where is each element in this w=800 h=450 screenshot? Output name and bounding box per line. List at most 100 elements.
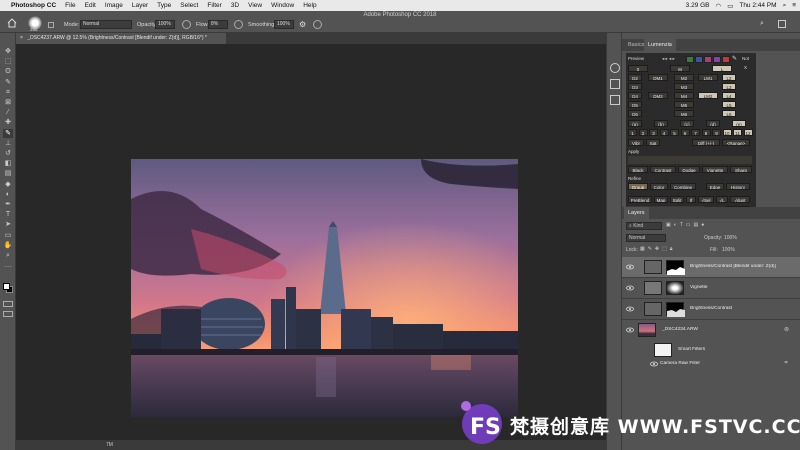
layer-mask-thumb[interactable] <box>666 302 685 317</box>
history-brush-tool-icon[interactable]: ↺ <box>3 149 13 158</box>
zone-a[interactable]: (a) <box>628 120 642 127</box>
number-zone-9[interactable]: 9 <box>712 129 721 136</box>
path-select-tool-icon[interactable]: ➤ <box>3 220 13 229</box>
lock-icons[interactable]: ▦✎✥⬚🔒︎ <box>640 246 676 252</box>
visibility-eye-icon[interactable] <box>626 285 634 291</box>
document-tab[interactable]: × _DSC4237.ARW @ 12.5% (Brightness/Contr… <box>16 33 226 44</box>
apply-icon-row[interactable] <box>628 156 752 164</box>
lasso-tool-icon[interactable]: ʘ <box>3 67 13 76</box>
battery-icon[interactable]: ▭ <box>727 2 733 10</box>
menu-photoshop[interactable]: Photoshop CC <box>11 2 56 9</box>
hand-tool-icon[interactable]: ✋ <box>3 241 13 250</box>
menu-type[interactable]: Type <box>157 2 171 9</box>
layer-row[interactable]: Vignette <box>622 278 800 299</box>
zone-m[interactable]: M <box>670 65 690 72</box>
visibility-eye-icon[interactable] <box>650 361 658 369</box>
foreground-color-swatch[interactable] <box>3 283 10 290</box>
filter-options-icon[interactable]: ≑ <box>784 360 788 366</box>
tab-lumenzia[interactable]: Lumenzia <box>644 39 676 51</box>
vibr-button[interactable]: Vibr <box>628 139 644 146</box>
zone-l4[interactable]: L4 <box>722 92 736 99</box>
l-check-button[interactable]: √L <box>716 196 728 203</box>
sat-button[interactable]: Sat <box>646 139 660 146</box>
number-zone-1[interactable]: 1 <box>628 129 637 136</box>
arrow-buttons[interactable]: ◂ ▸ ◂ ▸ <box>662 56 675 62</box>
camera-raw-filter-row[interactable]: Camera Raw Filter ≑ <box>622 359 800 369</box>
fill-value[interactable]: 100% <box>722 247 735 253</box>
zone-c[interactable]: (c) <box>680 120 694 127</box>
gradient-tool-icon[interactable]: ▤ <box>3 169 13 178</box>
blur-tool-icon[interactable]: ◆ <box>3 180 13 189</box>
swatch-blue[interactable] <box>695 56 703 63</box>
close-x[interactable]: X <box>744 65 747 70</box>
vignette-button[interactable]: Vignette <box>702 166 728 173</box>
quick-mask-icon[interactable] <box>3 301 13 307</box>
opacity-value-layers[interactable]: 100% <box>724 235 737 241</box>
range-button[interactable]: <Range> <box>722 139 750 146</box>
combine-button[interactable]: Combine <box>670 183 696 190</box>
number-zone-4[interactable]: 4 <box>659 129 669 136</box>
brush-settings-icon[interactable] <box>48 22 54 28</box>
layer-row[interactable]: Brightness/Contrast [Blendif under: Z(d)… <box>622 257 800 278</box>
eyedropper-icon[interactable]: ✎ <box>732 55 737 62</box>
marquee-tool-icon[interactable]: ⬚ <box>3 57 13 66</box>
dust-button[interactable]: √dust <box>730 196 750 203</box>
opacity-field[interactable]: 100% <box>155 20 175 29</box>
zone-l3[interactable]: L3 <box>722 83 736 90</box>
sel-button[interactable]: √Sel <box>698 196 714 203</box>
layer-filter-icons[interactable]: ▣◐T▭▤● <box>666 222 718 230</box>
preblend-button[interactable]: PreBlend <box>628 196 652 203</box>
map-button[interactable]: Map <box>654 196 668 203</box>
swatch-magenta[interactable] <box>704 56 712 63</box>
menu-select[interactable]: Select <box>180 2 198 9</box>
black-button[interactable]: Black <box>628 166 648 173</box>
menu-file[interactable]: File <box>65 2 75 9</box>
mode-select[interactable]: Normal <box>80 20 132 29</box>
swatch-red[interactable] <box>722 56 730 63</box>
color-button[interactable]: Color <box>650 183 668 190</box>
zone-lm1[interactable]: LM1 <box>698 74 718 81</box>
zone-lm2[interactable]: LM2 <box>698 92 718 99</box>
layer-row[interactable]: Brightness/Contrast <box>622 299 800 320</box>
more-tools-icon[interactable]: … <box>3 261 13 270</box>
zone-d3[interactable]: D3 <box>628 83 642 90</box>
zone-dm2[interactable]: DM2 <box>648 92 668 99</box>
pen-tool-icon[interactable]: ✒ <box>3 200 13 209</box>
clock[interactable]: Thu 2:44 PM <box>739 2 776 9</box>
zone-m3[interactable]: M3 <box>674 83 694 90</box>
tab-close-icon[interactable]: × <box>20 35 23 41</box>
zone-m6[interactable]: M6 <box>674 110 694 117</box>
type-tool-icon[interactable]: T <box>3 210 13 219</box>
dodge-tool-icon[interactable]: ◐ <box>3 190 13 199</box>
brush-tool-icon[interactable]: ✎ <box>3 128 13 138</box>
number-zone-12[interactable]: 12 <box>743 129 753 136</box>
search-icon[interactable]: ⌕ <box>783 2 787 10</box>
not-button[interactable]: Not <box>742 56 749 61</box>
zone-m4[interactable]: M4 <box>674 92 694 99</box>
menu-view[interactable]: View <box>248 2 262 9</box>
zone-d[interactable]: (d) <box>706 120 720 127</box>
clone-stamp-tool-icon[interactable]: ⊥ <box>3 139 13 148</box>
pressure-size-icon[interactable] <box>313 20 322 29</box>
zone-l6[interactable]: L6 <box>722 110 736 117</box>
gear-icon[interactable]: ⚙ <box>299 20 308 29</box>
move-tool-icon[interactable]: ✥ <box>3 47 13 56</box>
visibility-eye-icon[interactable] <box>626 327 634 333</box>
menu-list-icon[interactable]: ≡ <box>792 2 796 9</box>
menu-layer[interactable]: Layer <box>132 2 148 9</box>
zone-0[interactable]: 0 <box>628 65 648 72</box>
zone-d4[interactable]: D4 <box>628 92 642 99</box>
number-zone-6[interactable]: 6 <box>680 129 690 136</box>
menu-help[interactable]: Help <box>303 2 316 9</box>
number-zone-11[interactable]: 11 <box>733 129 742 136</box>
frame-tool-icon[interactable]: ⊠ <box>3 98 13 107</box>
zone-m2[interactable]: M2 <box>674 74 694 81</box>
airbrush-icon[interactable] <box>234 20 243 29</box>
pressure-opacity-icon[interactable] <box>182 20 191 29</box>
split-button[interactable]: Split <box>670 196 684 203</box>
menu-3d[interactable]: 3D <box>231 2 239 9</box>
number-zone-5[interactable]: 5 <box>670 129 679 136</box>
home-icon[interactable] <box>6 17 18 29</box>
number-zone-8[interactable]: 8 <box>701 129 711 136</box>
history-button[interactable]: History <box>726 183 750 190</box>
